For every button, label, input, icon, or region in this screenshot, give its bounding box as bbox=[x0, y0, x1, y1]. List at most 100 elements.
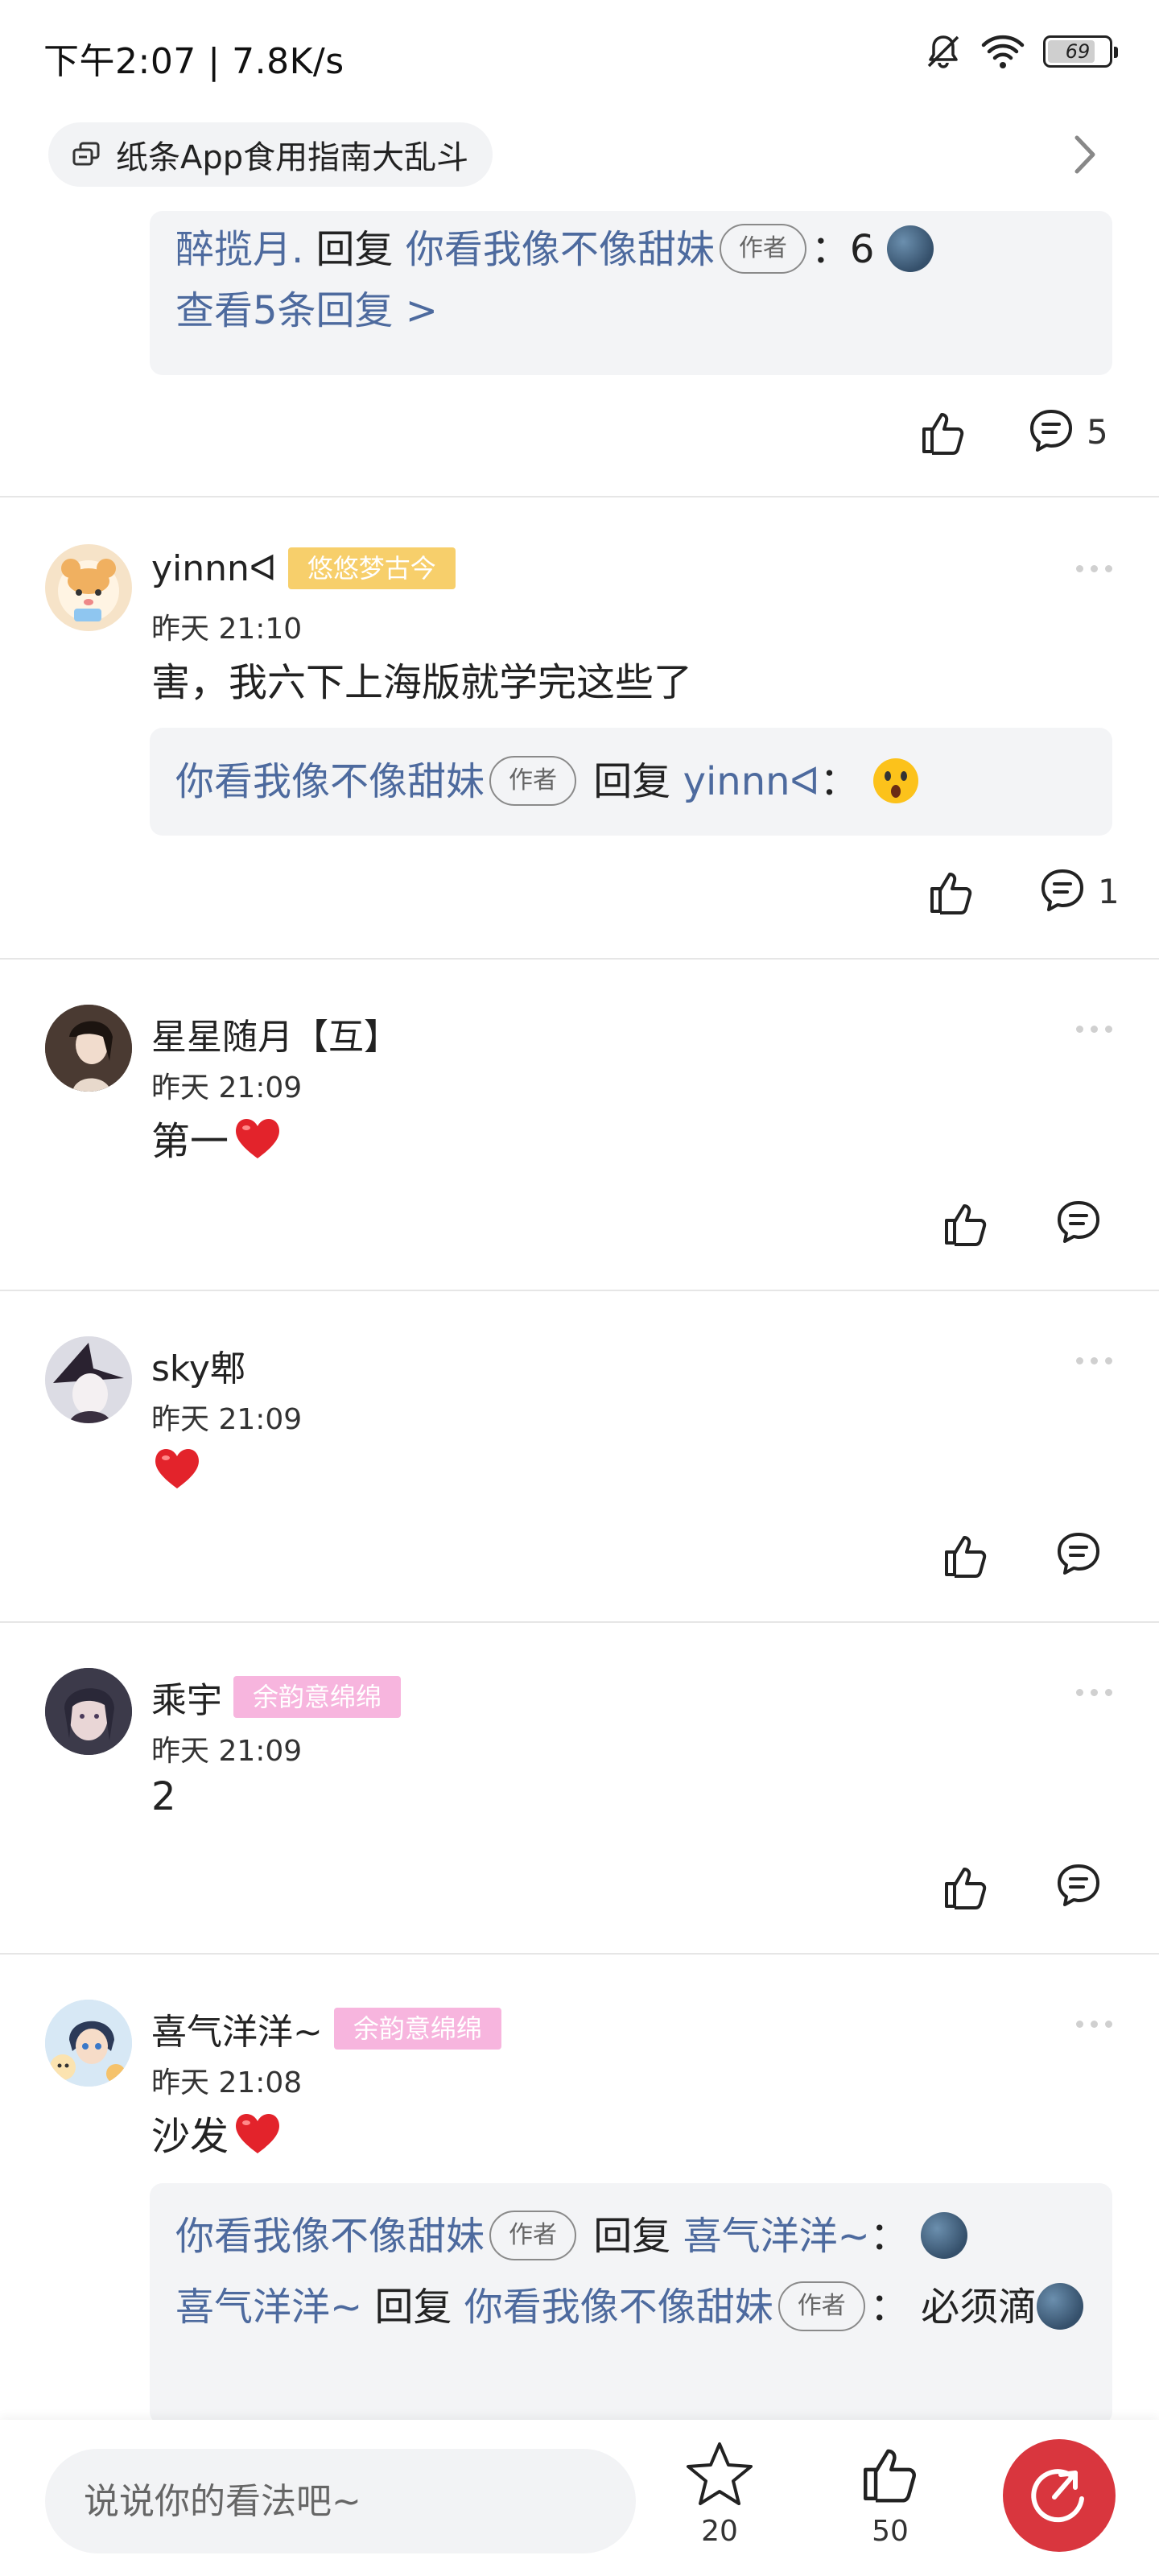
favorite-button[interactable]: 20 bbox=[671, 2441, 768, 2548]
more-icon[interactable] bbox=[1076, 1689, 1112, 1696]
bell-off-icon bbox=[927, 35, 959, 68]
divider bbox=[0, 958, 1159, 960]
avatar[interactable] bbox=[45, 2000, 132, 2087]
divider bbox=[0, 1621, 1159, 1623]
view-more-replies-link[interactable]: 查看5条回复 > bbox=[175, 275, 1087, 346]
more-icon[interactable] bbox=[1076, 565, 1112, 572]
reply-to-link[interactable]: 你看我像不像甜妹 bbox=[464, 2285, 773, 2330]
surprised-emoji bbox=[872, 758, 918, 803]
comment-icon bbox=[1058, 1864, 1099, 1906]
user-badge: 悠悠梦古今 bbox=[287, 547, 456, 589]
username[interactable]: 星星随月【互】 bbox=[151, 1008, 399, 1059]
comment-content: 沙发 bbox=[151, 2104, 283, 2161]
divider bbox=[0, 496, 1159, 497]
avatar[interactable] bbox=[45, 1668, 132, 1755]
colon: ： bbox=[869, 2214, 909, 2259]
username[interactable]: sky郫 bbox=[151, 1340, 245, 1391]
thread-reply-line: 你看我像不像甜妹 作者 回复 喜气洋洋~： bbox=[175, 2201, 1087, 2272]
comment-button[interactable] bbox=[1054, 1861, 1103, 1911]
status-time: 下午2:07 | 7.8K/s bbox=[43, 41, 344, 82]
thumbs-up-icon bbox=[945, 1536, 987, 1578]
comment-icon bbox=[1030, 410, 1072, 452]
username[interactable]: 喜气洋洋~ bbox=[151, 2003, 323, 2054]
reply-user-link[interactable]: 你看我像不像甜妹 bbox=[175, 2214, 485, 2259]
comment-text: 第一 bbox=[151, 1119, 229, 1164]
thread-reply-line: 喜气洋洋~ 回复 你看我像不像甜妹 作者： 必须滴 bbox=[175, 2272, 1087, 2343]
reply-to-link[interactable]: yinnnᐊ bbox=[683, 759, 820, 804]
reply-text: 6 bbox=[849, 227, 875, 272]
comment-button[interactable] bbox=[1054, 1198, 1103, 1248]
user-badge: 余韵意绵绵 bbox=[233, 1676, 402, 1718]
status-icons: 69 bbox=[924, 32, 1118, 71]
author-tag: 作者 bbox=[489, 756, 577, 806]
heart-emoji bbox=[236, 1119, 280, 1158]
comment-icon bbox=[1058, 1533, 1099, 1575]
avatar[interactable] bbox=[45, 1005, 132, 1092]
comment-text: 2 bbox=[151, 1774, 176, 1819]
topic-icon bbox=[72, 142, 100, 166]
comment-time: 昨天 21:10 bbox=[151, 613, 303, 646]
comment-input[interactable] bbox=[45, 2449, 636, 2553]
colon: ： bbox=[810, 227, 850, 272]
reply-user-link[interactable]: 醉揽月. bbox=[175, 227, 303, 272]
more-icon[interactable] bbox=[1076, 1026, 1112, 1033]
battery-level: 69 bbox=[1065, 40, 1091, 63]
topic-chip[interactable]: 纸条App食用指南大乱斗 bbox=[48, 122, 493, 187]
moon-emoji bbox=[886, 225, 934, 272]
like-post-button[interactable]: 50 bbox=[842, 2441, 938, 2548]
reply-thread-box: 你看我像不像甜妹 作者 回复 yinnnᐊ： bbox=[150, 728, 1112, 836]
share-button[interactable] bbox=[1003, 2439, 1116, 2552]
thumbs-up-icon bbox=[945, 1868, 987, 1909]
thumbs-up-icon bbox=[864, 2449, 916, 2503]
author-tag: 作者 bbox=[489, 2211, 577, 2260]
reply-user-link[interactable]: 你看我像不像甜妹 bbox=[175, 759, 485, 804]
reply-to-link[interactable]: 喜气洋洋~ bbox=[683, 2214, 870, 2259]
favorite-count: 20 bbox=[701, 2515, 738, 2548]
like-button[interactable] bbox=[926, 866, 977, 918]
username[interactable]: 乘宇 bbox=[151, 1671, 222, 1723]
heart-emoji bbox=[155, 1449, 199, 1488]
reply-word: 回复 bbox=[374, 2285, 452, 2330]
like-button[interactable] bbox=[940, 1861, 992, 1913]
more-icon[interactable] bbox=[1076, 2021, 1112, 2028]
like-count: 50 bbox=[872, 2515, 909, 2548]
reply-count: 1 bbox=[1098, 871, 1120, 911]
divider bbox=[0, 1953, 1159, 1955]
wifi-icon bbox=[981, 35, 1025, 68]
comment-icon bbox=[1041, 869, 1083, 911]
comment-button[interactable]: 5 bbox=[1027, 407, 1108, 456]
colon: ： bbox=[869, 2285, 909, 2330]
user-badge: 余韵意绵绵 bbox=[333, 2008, 501, 2050]
thumbs-up-icon bbox=[922, 413, 964, 455]
comment-text: 害，我六下上海版就学完这些了 bbox=[151, 660, 693, 705]
chevron-right-icon[interactable] bbox=[1061, 130, 1109, 179]
reply-word: 回复 bbox=[593, 2214, 671, 2259]
comment-time: 昨天 21:09 bbox=[151, 1403, 303, 1436]
like-button[interactable] bbox=[940, 1530, 992, 1581]
comment-button[interactable]: 1 bbox=[1038, 866, 1120, 916]
star-icon bbox=[687, 2442, 753, 2505]
divider bbox=[0, 1290, 1159, 1291]
comment-time: 昨天 21:08 bbox=[151, 2066, 303, 2099]
like-button[interactable] bbox=[940, 1198, 992, 1249]
moon-emoji bbox=[1037, 2283, 1084, 2330]
author-tag: 作者 bbox=[777, 2281, 865, 2331]
like-button[interactable] bbox=[918, 407, 969, 458]
avatar[interactable] bbox=[45, 1336, 132, 1423]
comment-time: 昨天 21:09 bbox=[151, 1735, 303, 1768]
comment-button[interactable] bbox=[1054, 1530, 1103, 1579]
author-tag: 作者 bbox=[719, 224, 806, 274]
thumbs-up-icon bbox=[930, 873, 972, 914]
reply-thread-box: 你看我像不像甜妹 作者 回复 喜气洋洋~： 喜气洋洋~ 回复 你看我像不像甜妹 作者… bbox=[150, 2183, 1112, 2425]
battery-icon: 69 bbox=[1043, 35, 1118, 68]
more-icon[interactable] bbox=[1076, 1357, 1112, 1364]
share-icon bbox=[1031, 2469, 1084, 2523]
moon-emoji bbox=[921, 2212, 968, 2259]
reply-to-link[interactable]: 你看我像不像甜妹 bbox=[406, 227, 715, 272]
username[interactable]: yinnnᐊ bbox=[151, 548, 277, 589]
reply-thread-box: 醉揽月. 回复 你看我像不像甜妹 作者 ：6 查看5条回复 > bbox=[150, 211, 1112, 375]
avatar[interactable] bbox=[45, 544, 132, 631]
reply-user-link[interactable]: 喜气洋洋~ bbox=[175, 2285, 362, 2330]
thumbs-up-icon bbox=[945, 1204, 987, 1246]
reply-word: 回复 bbox=[316, 227, 394, 272]
